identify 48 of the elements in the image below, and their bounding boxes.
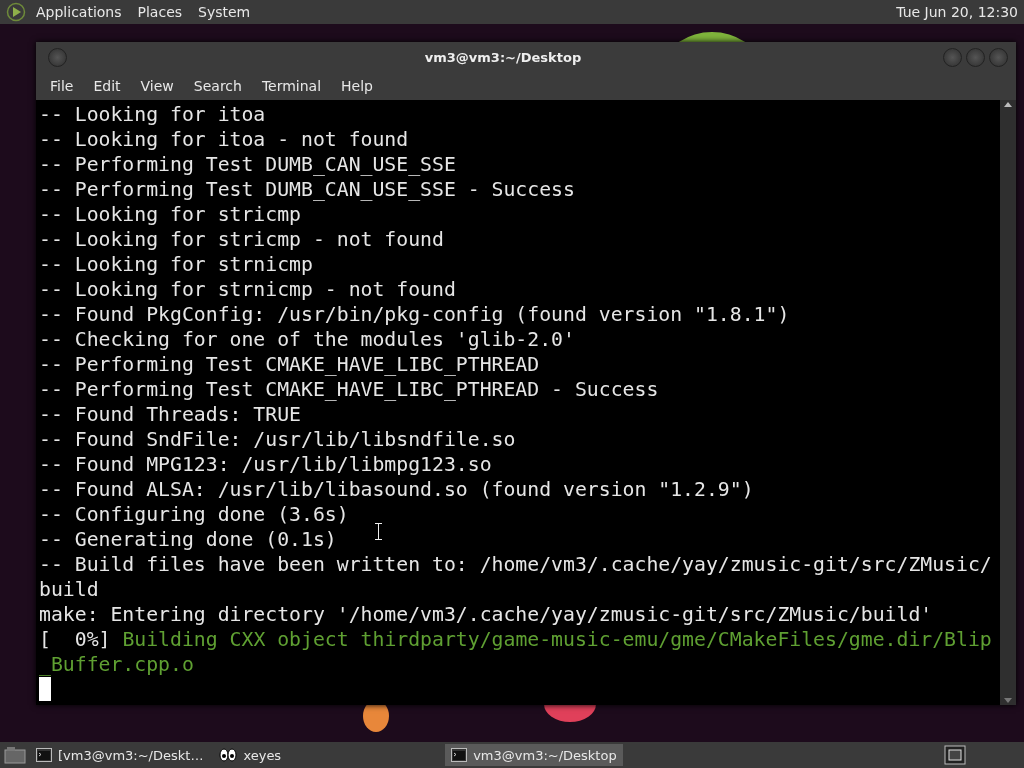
text-cursor-icon bbox=[375, 523, 382, 540]
terminal-line: -- Looking for stricmp bbox=[39, 202, 301, 227]
terminal-icon bbox=[451, 748, 468, 762]
terminal-line: make: Entering directory '/home/vm3/.cache/yay/zmusic-git/src/ZMusic/build' bbox=[39, 602, 933, 627]
terminal-line: [ 0%] Building CXX object thirdparty/game-music-emu/gme/CMakeFiles/gme.dir/Blip_Buffer.cpp.o bbox=[39, 627, 993, 677]
terminal-line: -- Looking for stricmp - not found bbox=[39, 227, 444, 252]
terminal-line: -- Performing Test CMAKE_HAVE_LIBC_PTHREAD bbox=[39, 352, 540, 377]
menu-item[interactable]: Edit bbox=[83, 78, 131, 94]
terminal-line: -- Found Threads: TRUE bbox=[39, 402, 301, 427]
terminal-line: -- Looking for strnicmp bbox=[39, 252, 313, 277]
terminal-line: -- Found SndFile: /usr/lib/libsndfile.so bbox=[39, 427, 516, 452]
terminal-line: -- Looking for strnicmp - not found bbox=[39, 277, 456, 302]
terminal-icon bbox=[36, 748, 52, 762]
menu-item[interactable]: Search bbox=[183, 78, 252, 94]
terminal-line: -- Found PkgConfig: /usr/bin/pkg-config (found version "1.8.1") bbox=[39, 302, 790, 327]
terminal-line: -- Found MPG123: /usr/lib/libmpg123.so bbox=[39, 452, 492, 477]
terminal-line: -- Checking for one of the modules 'glib-2.0' bbox=[39, 327, 575, 352]
window-title: vm3@vm3:~/Desktop bbox=[423, 49, 583, 65]
terminal-line: -- Configuring done (3.6s) bbox=[39, 502, 349, 527]
terminal-line: -- Performing Test CMAKE_HAVE_LIBC_PTHREAD - Success bbox=[39, 377, 659, 402]
scrollbar[interactable] bbox=[1000, 100, 1016, 705]
workspace-switcher-icon[interactable] bbox=[944, 745, 966, 765]
window-menu-button[interactable] bbox=[48, 47, 67, 67]
menu-item[interactable]: Terminal bbox=[251, 78, 332, 94]
eyes-icon bbox=[219, 748, 238, 762]
taskbar-button[interactable]: [vm3@vm3:~/Deskt… bbox=[30, 744, 210, 766]
panel-menu[interactable]: Places bbox=[131, 4, 189, 20]
clock[interactable]: Tue Jun 20, 12:30 bbox=[896, 4, 1018, 20]
terminal-line: -- Performing Test DUMB_CAN_USE_SSE - Success bbox=[39, 177, 575, 202]
taskbar-button[interactable]: xeyes bbox=[213, 744, 288, 766]
terminal-line: -- Performing Test DUMB_CAN_USE_SSE bbox=[39, 152, 456, 177]
terminal-line: -- Looking for itoa - not found bbox=[39, 127, 409, 152]
panel-menu[interactable]: Applications bbox=[30, 4, 128, 20]
close-button[interactable] bbox=[989, 47, 1008, 67]
menu-item[interactable]: Help bbox=[331, 78, 383, 94]
menu-item[interactable]: File bbox=[40, 78, 84, 94]
scroll-down-icon[interactable] bbox=[1003, 697, 1013, 705]
terminal-line: -- Generating done (0.1s) bbox=[39, 527, 337, 552]
terminal-line: -- Found ALSA: /usr/lib/libasound.so (found version "1.2.9") bbox=[39, 477, 754, 502]
menu-logo-icon[interactable] bbox=[6, 2, 26, 22]
menu-item[interactable]: View bbox=[130, 78, 184, 94]
terminal-line: -- Looking for itoa bbox=[39, 102, 266, 127]
show-desktop-icon[interactable] bbox=[4, 746, 26, 764]
maximize-button[interactable] bbox=[966, 47, 985, 67]
taskbar-button[interactable]: vm3@vm3:~/Desktop bbox=[445, 744, 623, 766]
panel-menu[interactable]: System bbox=[192, 4, 257, 20]
minimize-button[interactable] bbox=[943, 47, 962, 67]
scroll-up-icon[interactable] bbox=[1003, 100, 1013, 108]
